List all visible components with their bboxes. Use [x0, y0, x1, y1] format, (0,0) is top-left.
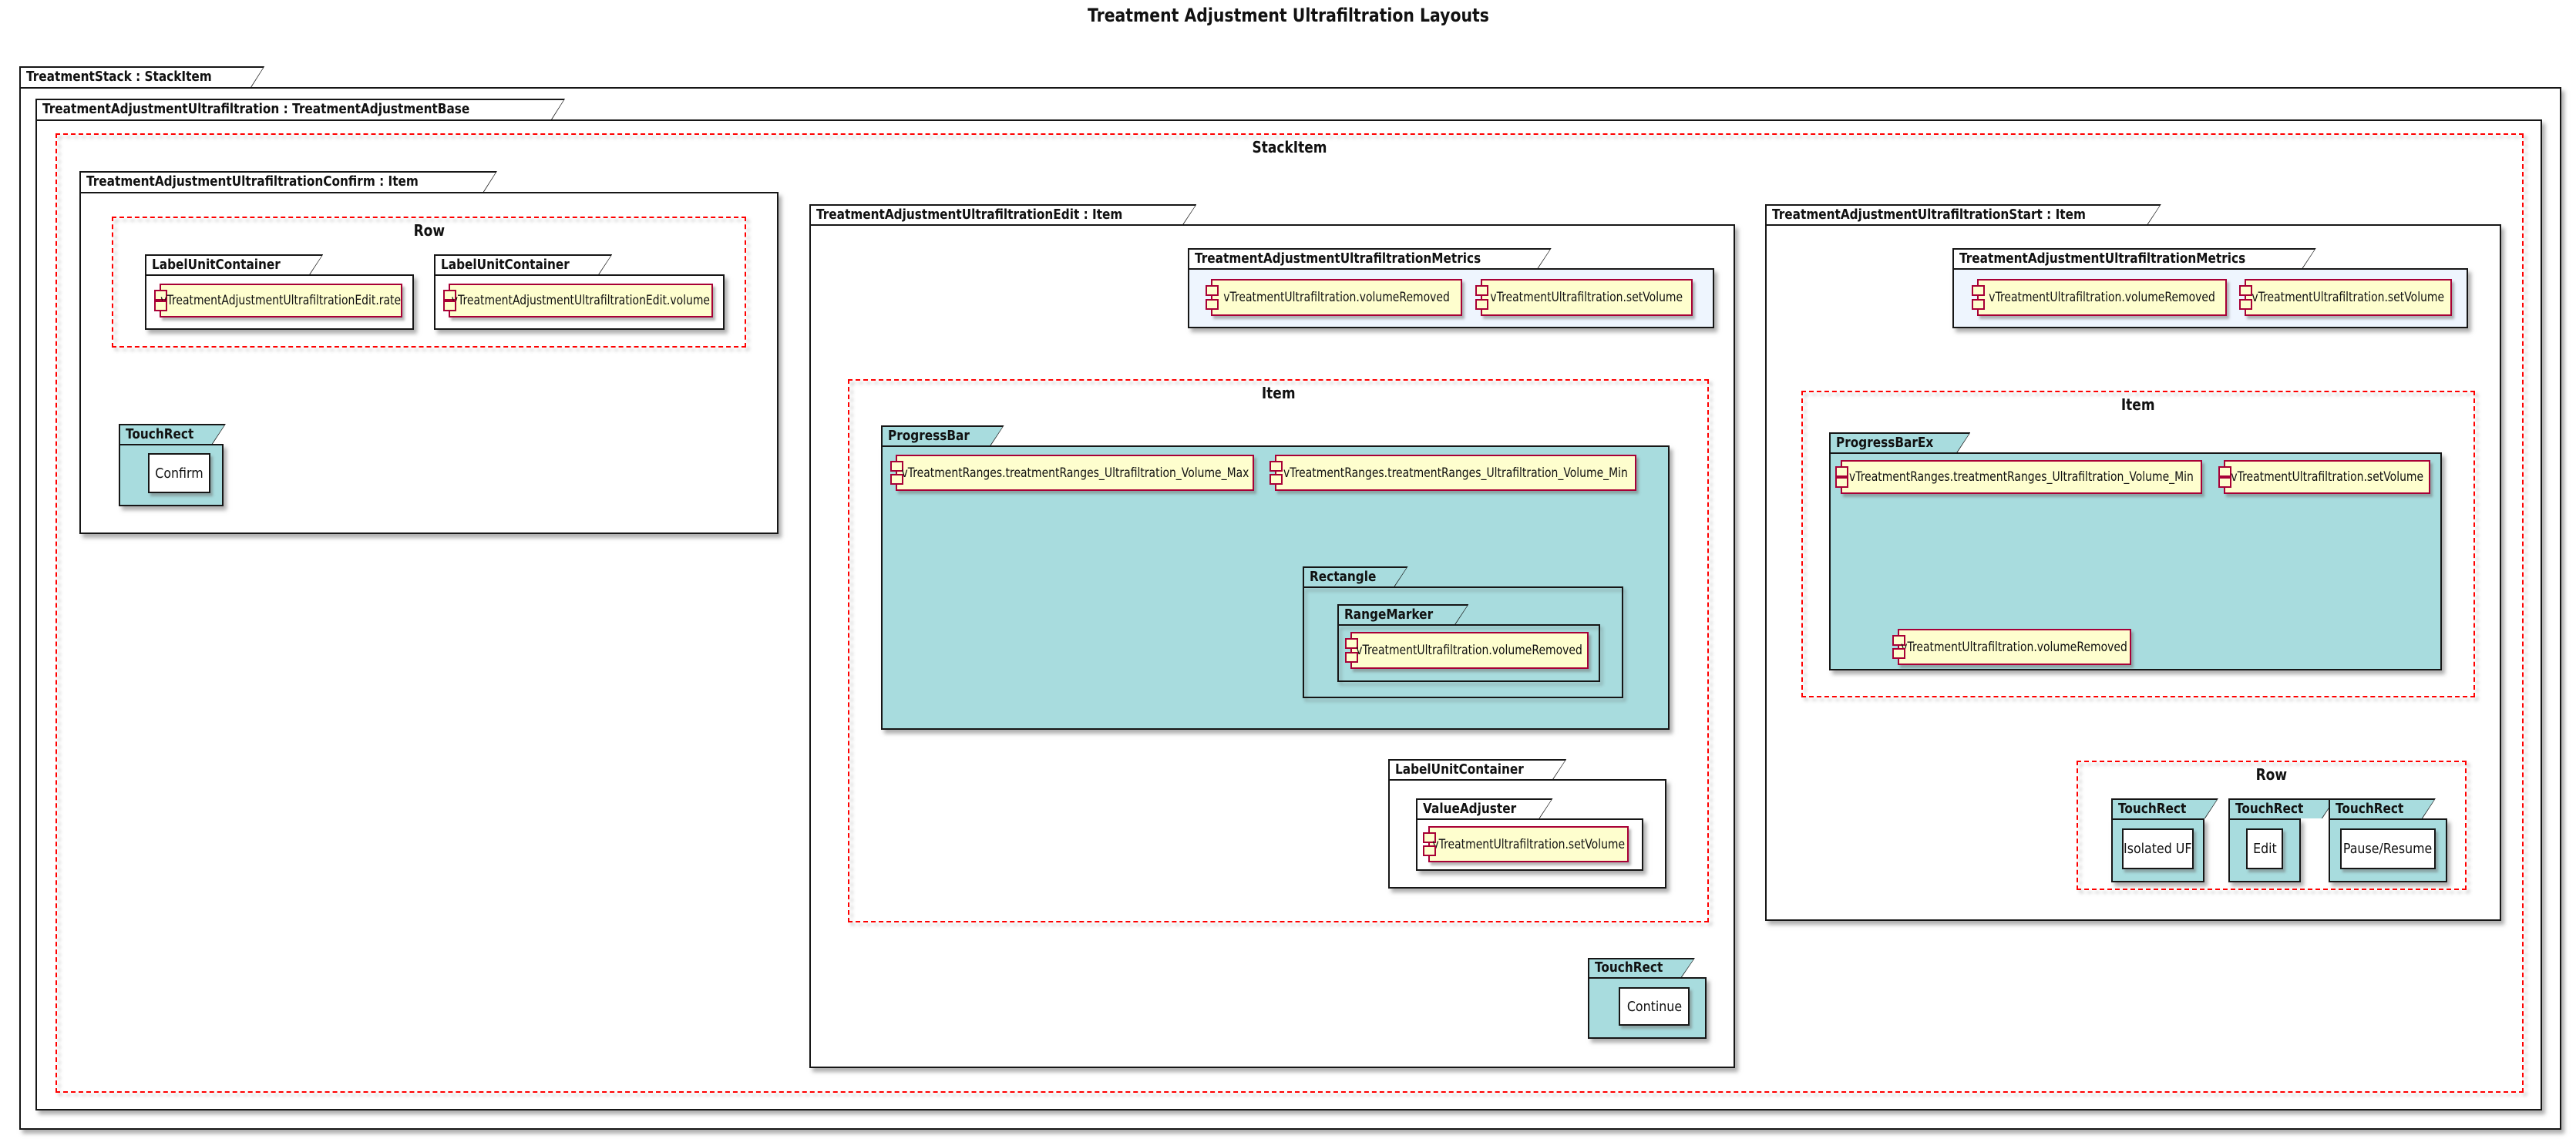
- component-edit-rate: vTreatmentAdjustmentUltrafiltrationEdit.…: [160, 284, 402, 318]
- start-row-label: Row: [2077, 765, 2467, 784]
- component-progressbarex-volumeremoved: vTreatmentUltrafiltration.volumeRemoved: [1898, 629, 2131, 665]
- isolated-uf-button-box: Isolated UF: [2122, 828, 2194, 869]
- frame-touchrect-confirm-tab: TouchRect: [119, 424, 226, 444]
- component-progressbar-volume-min: vTreatmentRanges.treatmentRanges_Ultrafi…: [1275, 455, 1636, 491]
- frame-labelunitcontainer2-tab: LabelUnitContainer: [434, 254, 612, 274]
- frame-progressbar-tab: ProgressBar: [881, 425, 1004, 445]
- component-progressbar-volume-max: vTreatmentRanges.treatmentRanges_Ultrafi…: [896, 455, 1254, 491]
- component-start-metrics-volumeremoved: vTreatmentUltrafiltration.volumeRemoved: [1977, 279, 2227, 316]
- frame-touchrect-edit-tab: TouchRect: [2228, 798, 2336, 818]
- frame-confirm-tab: TreatmentAdjustmentUltrafiltrationConfir…: [79, 171, 497, 192]
- frame-edit-metrics-tab: TreatmentAdjustmentUltrafiltrationMetric…: [1188, 248, 1552, 268]
- diagram-canvas: Treatment Adjustment Ultrafiltration Lay…: [0, 0, 2576, 1139]
- frame-treatmentadjustmentultrafiltration-tab: TreatmentAdjustmentUltrafiltration : Tre…: [35, 99, 565, 119]
- component-rangemarker-volumeremoved: vTreatmentUltrafiltration.volumeRemoved: [1350, 632, 1589, 669]
- frame-valueadjuster-tab: ValueAdjuster: [1416, 798, 1553, 818]
- edit-item-label: Item: [848, 384, 1709, 402]
- frame-edit-tab: TreatmentAdjustmentUltrafiltrationEdit :…: [809, 204, 1196, 224]
- pause-resume-button-box: Pause/Resume: [2340, 828, 2436, 869]
- confirm-row-label: Row: [112, 221, 746, 240]
- component-edit-metrics-setvolume: vTreatmentUltrafiltration.setVolume: [1481, 279, 1693, 316]
- frame-start-metrics-tab: TreatmentAdjustmentUltrafiltrationMetric…: [1952, 248, 2316, 268]
- component-start-metrics-setvolume: vTreatmentUltrafiltration.setVolume: [2245, 279, 2452, 316]
- component-edit-volume: vTreatmentAdjustmentUltrafiltrationEdit.…: [449, 284, 713, 318]
- frame-treatmentstack-tab: TreatmentStack : StackItem: [19, 66, 264, 87]
- frame-progressbarex-tab: ProgressBarEx: [1829, 432, 1970, 452]
- edit-button-box: Edit: [2246, 828, 2283, 869]
- start-item-label: Item: [1801, 395, 2475, 414]
- frame-touchrect-isolateduf-tab: TouchRect: [2111, 798, 2218, 818]
- component-valueadjuster-setvolume: vTreatmentUltrafiltration.setVolume: [1428, 826, 1629, 862]
- stackitem-label: StackItem: [55, 138, 2524, 156]
- component-edit-metrics-volumeremoved: vTreatmentUltrafiltration.volumeRemoved: [1211, 279, 1462, 316]
- frame-rangemarker-tab: RangeMarker: [1337, 604, 1468, 624]
- component-progressbarex-volume-min: vTreatmentRanges.treatmentRanges_Ultrafi…: [1841, 460, 2202, 494]
- frame-labelunitcontainer1-tab: LabelUnitContainer: [145, 254, 323, 274]
- confirm-button-box: Confirm: [148, 453, 210, 493]
- frame-touchrect-continue-tab: TouchRect: [1588, 958, 1695, 977]
- frame-start-tab: TreatmentAdjustmentUltrafiltrationStart …: [1765, 204, 2161, 224]
- component-progressbarex-setvolume: vTreatmentUltrafiltration.setVolume: [2224, 460, 2430, 494]
- frame-edit-labelunitcontainer-tab: LabelUnitContainer: [1388, 759, 1566, 779]
- frame-touchrect-pauseresume-tab: TouchRect: [2329, 798, 2436, 818]
- continue-button-box: Continue: [1619, 987, 1690, 1026]
- diagram-title: Treatment Adjustment Ultrafiltration Lay…: [0, 5, 2576, 26]
- frame-rectangle-tab: Rectangle: [1303, 566, 1408, 586]
